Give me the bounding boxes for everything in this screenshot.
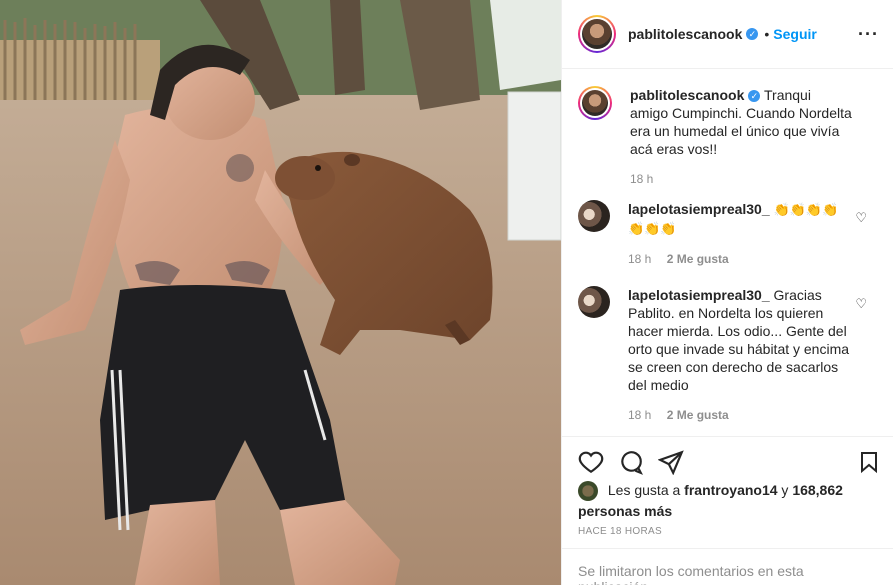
comments-limited-notice: Se limitaron los comentarios en esta pub…	[562, 548, 893, 585]
bookmark-icon[interactable]	[857, 449, 881, 475]
comment-time: 18 h	[628, 408, 652, 422]
caption-time-text: 18 h	[630, 172, 654, 186]
post-side-panel: pablitolescanook ✓ • Seguir ··· pablitol…	[561, 0, 893, 585]
comment-heart-icon[interactable]: ♡	[855, 296, 867, 312]
author-avatar[interactable]	[578, 15, 616, 53]
comment-likes[interactable]: 2 Me gusta	[667, 252, 729, 266]
comment-time: 18 h	[628, 252, 652, 266]
comment-item: lapelotasiempreal30_ Gracias Pablito. en…	[578, 286, 877, 422]
commenter-avatar[interactable]	[578, 200, 610, 232]
comments-list[interactable]: pablitolescanook ✓ Tranqui amigo Cumpinch…	[562, 70, 893, 436]
caption-author-avatar[interactable]	[578, 86, 612, 120]
comment-item: lapelotasiempreal30_ 👏👏👏👏👏👏👏 18 h 2 Me g…	[578, 200, 877, 266]
commenter-avatar[interactable]	[578, 286, 610, 318]
follow-button[interactable]: Seguir	[773, 26, 817, 42]
caption-username[interactable]: pablitolescanook	[630, 87, 744, 103]
more-options-icon[interactable]: ···	[858, 24, 879, 45]
heart-icon[interactable]	[578, 449, 604, 475]
comment-icon[interactable]	[618, 449, 644, 475]
likes-prefix: Les gusta a	[607, 482, 681, 498]
author-username[interactable]: pablitolescanook	[628, 26, 742, 42]
liker-avatar[interactable]	[578, 481, 598, 502]
instagram-post: pablitolescanook ✓ • Seguir ··· pablitol…	[0, 0, 893, 585]
comment-likes[interactable]: 2 Me gusta	[667, 408, 729, 422]
post-header: pablitolescanook ✓ • Seguir ···	[562, 0, 893, 69]
photo-illustration	[0, 0, 561, 585]
post-time-ago[interactable]: HACE 18 HORAS	[578, 526, 662, 537]
caption: pablitolescanook ✓ Tranqui amigo Cumpinch…	[578, 86, 877, 186]
likes-first-user[interactable]: frantroyano14	[684, 482, 777, 498]
likes-connector: y	[781, 482, 789, 498]
post-photo[interactable]	[0, 0, 561, 585]
paper-plane-icon[interactable]	[658, 449, 684, 475]
comment-heart-icon[interactable]: ♡	[855, 210, 867, 226]
header-separator: •	[764, 26, 770, 42]
likes-summary: Les gusta a frantroyano14 y 168,862 pers…	[578, 480, 877, 521]
comment-meta: 18 h 2 Me gusta	[628, 252, 850, 266]
comment-username[interactable]: lapelotasiempreal30_	[628, 201, 770, 217]
comment-username[interactable]: lapelotasiempreal30_	[628, 287, 770, 303]
caption-time: 18 h	[630, 172, 852, 186]
verified-badge-icon: ✓	[746, 28, 759, 40]
comment-meta: 18 h 2 Me gusta	[628, 408, 850, 422]
verified-badge-icon: ✓	[748, 90, 761, 103]
